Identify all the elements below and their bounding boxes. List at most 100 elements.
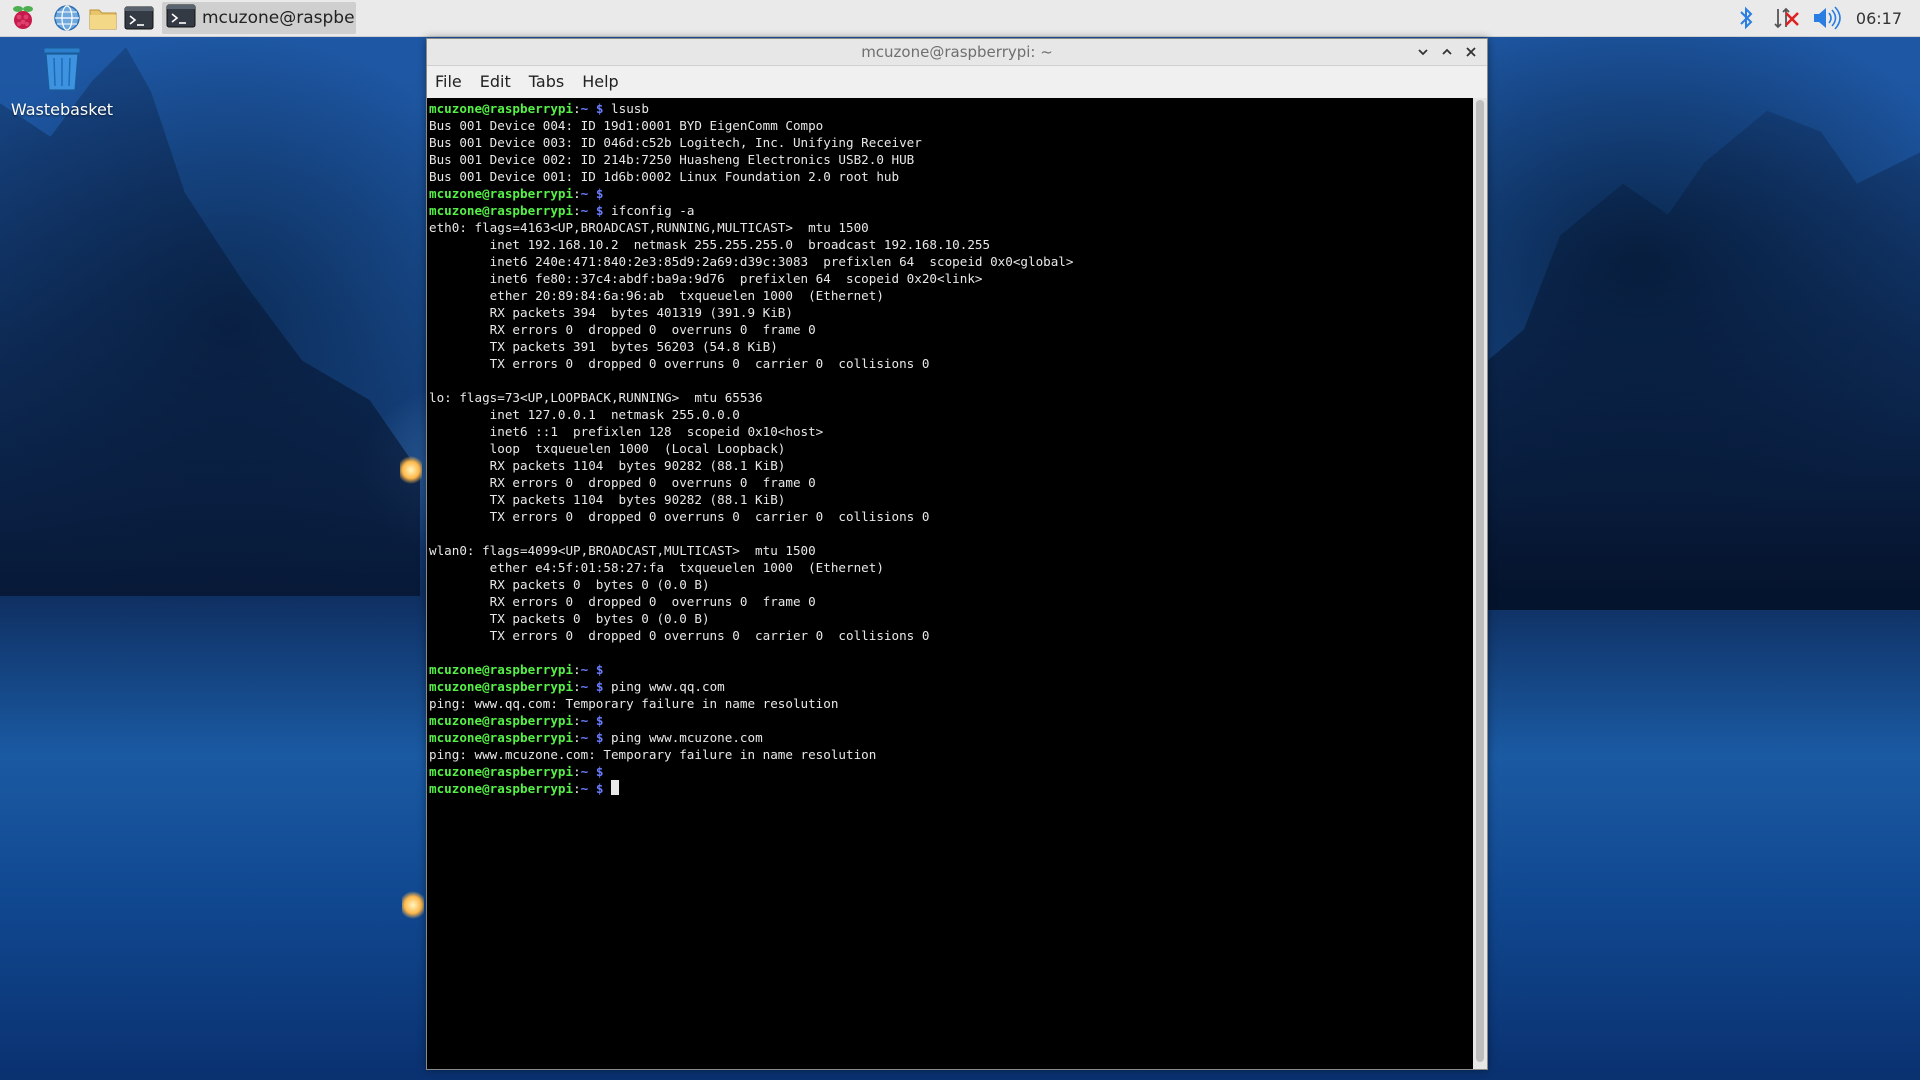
- terminal-output-line: RX errors 0 dropped 0 overruns 0 frame 0: [429, 594, 816, 609]
- menu-help[interactable]: Help: [573, 66, 627, 98]
- terminal-prompt-line: mcuzone@raspberrypi:~ $: [429, 185, 1467, 202]
- prompt-command: ping www.mcuzone.com: [611, 730, 763, 745]
- desktop-icon-label: Wastebasket: [10, 100, 114, 119]
- terminal-output-line: RX errors 0 dropped 0 overruns 0 frame 0: [429, 322, 816, 337]
- prompt-directory: ~: [580, 713, 589, 728]
- prompt-symbol: $: [595, 764, 604, 779]
- terminal-window: mcuzone@raspberrypi: ~ File Edit Tabs He…: [426, 38, 1488, 1070]
- prompt-directory: ~: [580, 764, 589, 779]
- raspberry-pi-menu-icon[interactable]: [8, 3, 38, 33]
- prompt-user-host: mcuzone@raspberrypi: [429, 203, 574, 218]
- prompt-separator: :: [573, 781, 581, 796]
- terminal-prompt-line: mcuzone@raspberrypi:~ $: [429, 763, 1467, 780]
- system-tray: 06:17: [1726, 0, 1920, 36]
- terminal-cursor: [611, 780, 620, 795]
- prompt-separator: :: [573, 713, 581, 728]
- menu-file[interactable]: File: [427, 66, 471, 98]
- terminal-area[interactable]: mcuzone@raspberrypi:~ $ lsusb Bus 001 Dev…: [427, 98, 1487, 1069]
- terminal-output-line: TX errors 0 dropped 0 overruns 0 carrier…: [429, 356, 930, 371]
- terminal-output-line: ether e4:5f:01:58:27:fa txqueuelen 1000 …: [429, 560, 884, 575]
- prompt-symbol: $: [595, 713, 604, 728]
- terminal-output-line: TX packets 391 bytes 56203 (54.8 KiB): [429, 339, 778, 354]
- terminal-output-line: eth0: flags=4163<UP,BROADCAST,RUNNING,MU…: [429, 220, 869, 235]
- taskbar: mcuzone@raspberry... 06:17: [0, 0, 1920, 37]
- chevron-down-icon: [1417, 43, 1429, 62]
- prompt-symbol: $: [595, 203, 604, 218]
- prompt-symbol: $: [595, 101, 604, 116]
- minimize-button[interactable]: [1411, 40, 1435, 64]
- window-controls: [1411, 39, 1483, 65]
- prompt-symbol: $: [595, 662, 604, 677]
- taskbar-task-label: mcuzone@raspberry...: [202, 8, 356, 28]
- prompt-user-host: mcuzone@raspberrypi: [429, 764, 574, 779]
- prompt-separator: :: [573, 203, 581, 218]
- prompt-directory: ~: [580, 662, 589, 677]
- prompt-symbol: $: [595, 679, 604, 694]
- terminal-prompt-line: mcuzone@raspberrypi:~ $ lsusb: [429, 100, 1467, 117]
- prompt-separator: :: [573, 730, 581, 745]
- prompt-separator: :: [573, 186, 581, 201]
- terminal-output-line: TX errors 0 dropped 0 overruns 0 carrier…: [429, 628, 930, 643]
- prompt-directory: ~: [580, 186, 589, 201]
- terminal-output-line: inet 192.168.10.2 netmask 255.255.255.0 …: [429, 237, 991, 252]
- terminal-prompt-line: mcuzone@raspberrypi:~ $: [429, 712, 1467, 729]
- web-browser-globe-icon[interactable]: [52, 3, 82, 33]
- terminal-output-line: inet 127.0.0.1 netmask 255.0.0.0: [429, 407, 740, 422]
- window-title: mcuzone@raspberrypi: ~: [861, 43, 1053, 61]
- prompt-symbol: $: [595, 781, 604, 796]
- terminal-output-line: loop txqueuelen 1000 (Local Loopback): [429, 441, 786, 456]
- clock[interactable]: 06:17: [1856, 9, 1902, 28]
- scrollbar-thumb[interactable]: [1476, 100, 1484, 1062]
- desktop-icon-wastebasket[interactable]: Wastebasket: [10, 46, 114, 119]
- terminal-output-line: ether 20:89:84:6a:96:ab txqueuelen 1000 …: [429, 288, 884, 303]
- wallpaper-lantern-reflection: [402, 890, 424, 920]
- terminal-output-line: inet6 ::1 prefixlen 128 scopeid 0x10<hos…: [429, 424, 824, 439]
- prompt-separator: :: [573, 101, 581, 116]
- prompt-separator: :: [573, 662, 581, 677]
- terminal-output-line: Bus 001 Device 003: ID 046d:c52b Logitec…: [429, 135, 922, 150]
- prompt-user-host: mcuzone@raspberrypi: [429, 662, 574, 677]
- prompt-user-host: mcuzone@raspberrypi: [429, 186, 574, 201]
- terminal-output-line: lo: flags=73<UP,LOOPBACK,RUNNING> mtu 65…: [429, 390, 763, 405]
- terminal-prompt-line: mcuzone@raspberrypi:~ $ ifconfig -a: [429, 202, 1467, 219]
- terminal-icon[interactable]: [124, 3, 154, 33]
- terminal-output-line: TX errors 0 dropped 0 overruns 0 carrier…: [429, 509, 930, 524]
- terminal-output-line: TX packets 1104 bytes 90282 (88.1 KiB): [429, 492, 786, 507]
- prompt-directory: ~: [580, 679, 589, 694]
- menu-tabs[interactable]: Tabs: [520, 66, 573, 98]
- bluetooth-icon[interactable]: [1726, 0, 1766, 36]
- terminal-output-line: inet6 fe80::37c4:abdf:ba9a:9d76 prefixle…: [429, 271, 983, 286]
- prompt-command: lsusb: [611, 101, 649, 116]
- terminal-output-line: ping: www.mcuzone.com: Temporary failure…: [429, 747, 877, 762]
- maximize-button[interactable]: [1435, 40, 1459, 64]
- terminal-scrollbar[interactable]: [1473, 98, 1487, 1069]
- menubar: File Edit Tabs Help: [427, 66, 1487, 98]
- prompt-separator: :: [573, 764, 581, 779]
- terminal-icon: [166, 3, 196, 33]
- file-manager-folder-icon[interactable]: [88, 3, 118, 33]
- terminal-output-line: RX packets 0 bytes 0 (0.0 B): [429, 577, 710, 592]
- wallpaper-mountain-right: [1470, 110, 1920, 610]
- prompt-directory: ~: [580, 203, 589, 218]
- prompt-symbol: $: [595, 186, 604, 201]
- prompt-user-host: mcuzone@raspberrypi: [429, 730, 574, 745]
- terminal-prompt-line: mcuzone@raspberrypi:~ $: [429, 661, 1467, 678]
- menu-edit[interactable]: Edit: [471, 66, 520, 98]
- prompt-user-host: mcuzone@raspberrypi: [429, 781, 574, 796]
- terminal-output-line: Bus 001 Device 002: ID 214b:7250 Huashen…: [429, 152, 915, 167]
- taskbar-task-terminal[interactable]: mcuzone@raspberry...: [162, 2, 356, 34]
- prompt-user-host: mcuzone@raspberrypi: [429, 713, 574, 728]
- close-button[interactable]: [1459, 40, 1483, 64]
- network-disconnected-icon[interactable]: [1766, 0, 1806, 36]
- close-icon: [1465, 43, 1477, 62]
- wastebasket-icon: [38, 47, 86, 96]
- volume-icon[interactable]: [1806, 0, 1846, 36]
- window-titlebar[interactable]: mcuzone@raspberrypi: ~: [427, 39, 1487, 66]
- prompt-symbol: $: [595, 730, 604, 745]
- terminal-output-line: RX packets 394 bytes 401319 (391.9 KiB): [429, 305, 793, 320]
- terminal-output-line: ping: www.qq.com: Temporary failure in n…: [429, 696, 839, 711]
- terminal-output[interactable]: mcuzone@raspberrypi:~ $ lsusb Bus 001 Dev…: [429, 100, 1467, 1060]
